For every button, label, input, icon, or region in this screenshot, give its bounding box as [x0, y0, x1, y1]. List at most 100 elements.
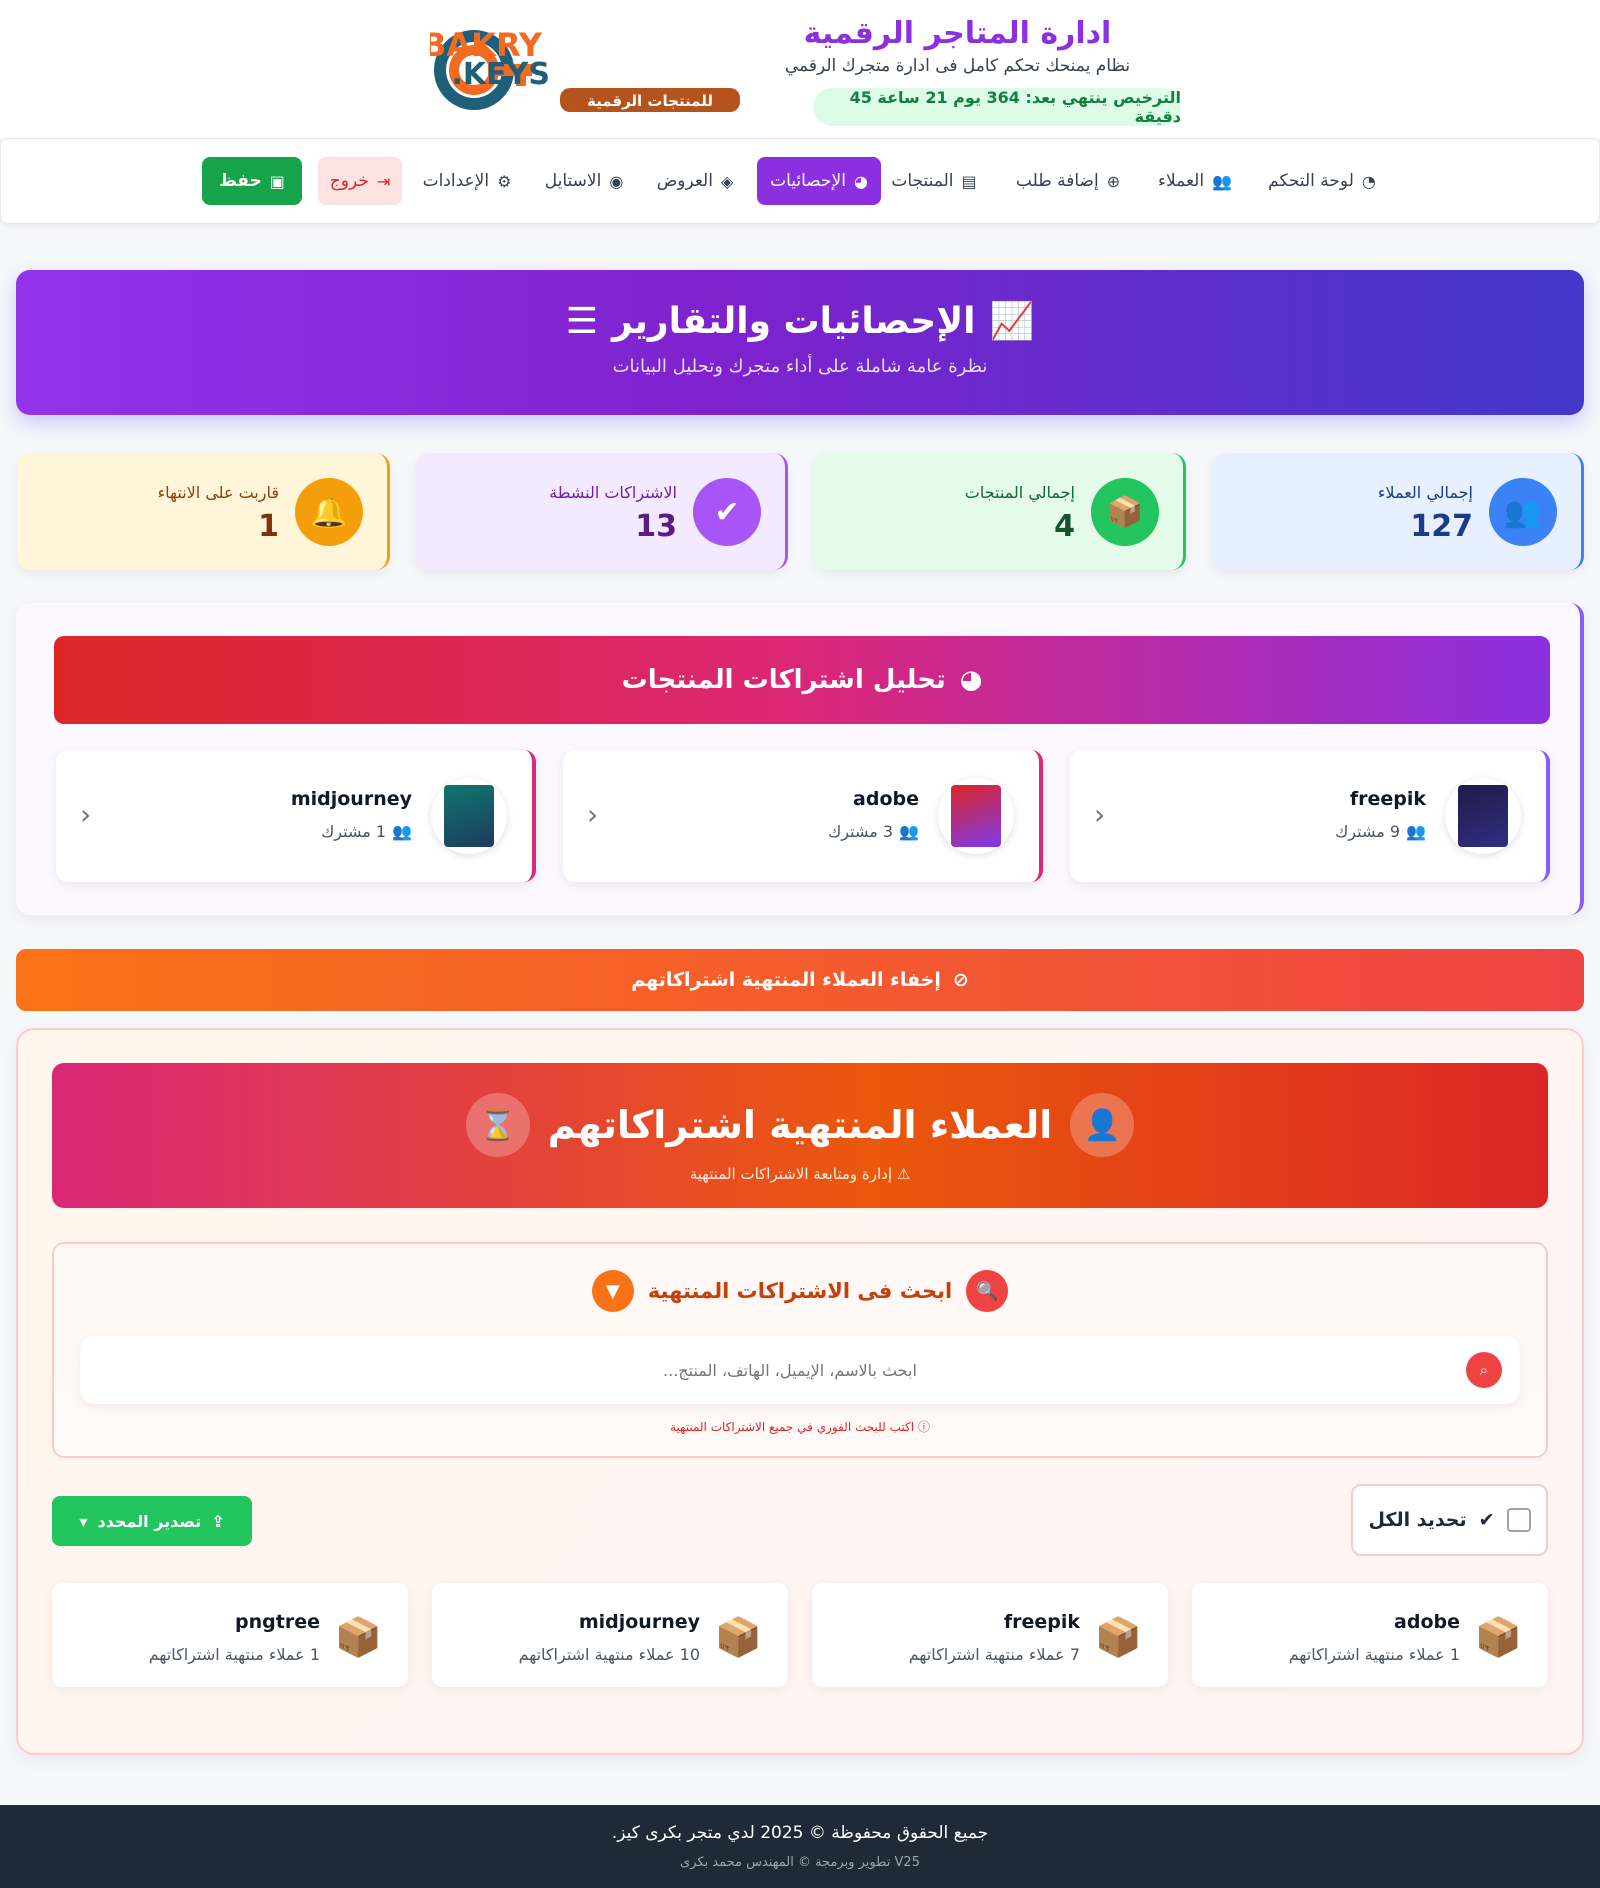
products-analysis-title: تحليل اشتراكات المنتجات	[621, 665, 946, 695]
stat-value: 1	[258, 509, 279, 544]
statistics-hero: 📈 الإحصائيات والتقارير ☰ نظرة عامة شاملة…	[16, 270, 1584, 415]
expired-search-box: 🔍 ابحث فى الاشتراكات المنتهية ▼ ⌕ ⓘ اكتب…	[52, 1242, 1548, 1458]
nav-style[interactable]: ◉ الاستايل	[535, 157, 633, 205]
gauge-icon: ◔	[1361, 171, 1376, 191]
expired-product-count: 7 عملاء منتهية اشتراكاتهم	[908, 1645, 1080, 1664]
stat-label: إجمالي العملاء	[1377, 483, 1473, 502]
expired-product-name: freepik	[1003, 1611, 1080, 1633]
nav-offers[interactable]: ◈ العروض	[647, 157, 743, 205]
search-field-wrapper: ⌕	[80, 1336, 1520, 1404]
hero-subtitle: نظرة عامة شاملة على أداء متجرك وتحليل ال…	[612, 356, 988, 377]
eye-slash-icon: ⊘	[952, 969, 969, 991]
chevron-left-icon[interactable]: ‹	[587, 798, 598, 831]
tag-icon: ◈	[720, 171, 734, 191]
nav-label: المنتجات	[891, 171, 954, 191]
nav-label: الاستايل	[544, 171, 602, 191]
hide-expired-toggle[interactable]: ⊘ إخفاء العملاء المنتهية اشتراكاتهم	[16, 949, 1584, 1011]
stat-label: إجمالي المنتجات	[964, 483, 1075, 502]
search-input[interactable]	[140, 1336, 1440, 1404]
select-all-label: تحديد الكل	[1368, 1509, 1467, 1531]
nav-customers[interactable]: 👥 العملاء	[1147, 157, 1243, 205]
nav-label: الإعدادات	[422, 171, 490, 191]
export-selected-button[interactable]: ⇪ تصدير المحدد ▾	[52, 1496, 252, 1546]
hourglass-icon: ⌛	[465, 1093, 530, 1157]
nav-label: إضافة طلب	[1015, 171, 1099, 191]
footer-credit: V25 تطوير وبرمجة © المهندس محمد بكرى	[680, 1855, 920, 1870]
users-icon: 👥	[899, 822, 919, 841]
nav-label: العملاء	[1158, 171, 1205, 191]
main-nav: ◔ لوحة التحكم 👥 العملاء ⊕ إضافة طلب ▤ ال…	[0, 138, 1600, 224]
search-icon: 🔍	[966, 1270, 1009, 1312]
caret-down-icon: ▾	[79, 1511, 88, 1531]
bell-icon: 🔔	[295, 478, 363, 546]
product-name: adobe	[853, 788, 919, 810]
site-subtitle: نظام يمنحك تحكم كامل فى ادارة متجرك الرق…	[784, 56, 1131, 76]
logout-icon: ⇥	[376, 171, 391, 191]
box-open-icon: 📦	[1091, 478, 1159, 546]
product-card-freepik[interactable]: freepik 👥 9 مشترك ‹	[1070, 750, 1550, 882]
expired-product-card-pngtree[interactable]: 📦 pngtree 1 عملاء منتهية اشتراكاتهم	[52, 1583, 408, 1687]
expired-product-name: midjourney	[578, 1611, 700, 1633]
users-icon: 👥	[1212, 171, 1232, 191]
stat-label: الاشتراكات النشطة	[549, 483, 677, 502]
box-icon: 📦	[1474, 1615, 1522, 1659]
nav-label: حفظ	[219, 171, 262, 191]
users-icon: 👥	[1489, 478, 1557, 546]
box-icon: 📦	[334, 1615, 382, 1659]
nav-label: لوحة التحكم	[1268, 171, 1354, 191]
expired-header: 👤 العملاء المنتهية اشتراكاتهم ⌛ ⚠ إدارة …	[52, 1063, 1548, 1208]
products-analysis-header: ◕ تحليل اشتراكات المنتجات	[54, 636, 1550, 724]
brand-logo[interactable]: BAKRY KEYS. للمنتجات الرقمية	[422, 20, 760, 116]
expired-product-card-midjourney[interactable]: 📦 midjourney 10 عملاء منتهية اشتراكاتهم	[432, 1583, 788, 1687]
nav-statistics[interactable]: ◕ الإحصائيات	[757, 157, 881, 205]
plus-circle-icon: ⊕	[1106, 171, 1121, 191]
chevron-left-icon[interactable]: ‹	[1094, 798, 1105, 831]
product-thumbnail	[1445, 778, 1521, 854]
product-name: freepik	[1349, 788, 1426, 810]
box-icon: 📦	[714, 1615, 762, 1659]
expired-product-card-freepik[interactable]: 📦 freepik 7 عملاء منتهية اشتراكاتهم	[812, 1583, 1168, 1687]
stat-card-active-subs: ✔ الاشتراكات النشطة 13	[415, 453, 788, 570]
save-icon: ▣	[269, 171, 285, 191]
product-card-midjourney[interactable]: midjourney 👥 1 مشترك ‹	[56, 750, 536, 882]
stat-card-expiring: 🔔 قاربت على الانتهاء 1	[17, 453, 390, 570]
save-button[interactable]: ▣ حفظ	[202, 157, 302, 205]
chevron-left-icon[interactable]: ‹	[80, 798, 91, 831]
nav-dashboard[interactable]: ◔ لوحة التحكم	[1257, 157, 1387, 205]
select-all-toggle[interactable]: ✔ تحديد الكل	[1351, 1484, 1548, 1556]
product-thumbnail	[938, 778, 1014, 854]
search-hint: اكتب للبحث الفوري في جميع الاشتراكات الم…	[670, 1420, 915, 1434]
nav-add-order[interactable]: ⊕ إضافة طلب	[1003, 157, 1133, 205]
product-name: midjourney	[290, 788, 412, 810]
stat-value: 127	[1410, 509, 1473, 544]
nav-label: العروض	[656, 171, 713, 191]
stat-value: 13	[635, 509, 677, 544]
list-icon: ☰	[565, 300, 598, 342]
select-all-checkbox[interactable]	[1506, 1508, 1531, 1532]
expired-product-count: 1 عملاء منتهية اشتراكاتهم	[1288, 1645, 1460, 1664]
nav-products[interactable]: ▤ المنتجات	[879, 157, 989, 205]
expired-title: العملاء المنتهية اشتراكاتهم	[547, 1103, 1053, 1147]
nav-settings[interactable]: ⚙ الإعدادات	[413, 157, 521, 205]
file-export-icon: ⇪	[211, 1511, 225, 1531]
logout-button[interactable]: ⇥ خروج	[318, 157, 402, 205]
expired-subtitle: إدارة ومتابعة الاشتراكات المنتهية	[689, 1165, 893, 1183]
expired-product-count: 10 عملاء منتهية اشتراكاتهم	[518, 1645, 700, 1664]
box-icon: 📦	[1094, 1615, 1142, 1659]
product-subscribers: 1 مشترك	[321, 822, 387, 841]
stat-card-customers: 👥 إجمالي العملاء 127	[1211, 453, 1584, 570]
expired-product-name: pngtree	[235, 1611, 320, 1633]
info-icon: ⓘ	[917, 1420, 930, 1434]
product-subscribers: 9 مشترك	[1335, 822, 1401, 841]
logo-tagline: للمنتجات الرقمية	[587, 92, 713, 110]
expired-product-card-adobe[interactable]: 📦 adobe 1 عملاء منتهية اشتراكاتهم	[1192, 1583, 1548, 1687]
filter-icon: ▼	[591, 1270, 634, 1312]
product-thumbnail	[431, 778, 507, 854]
search-button[interactable]: ⌕	[1466, 1352, 1502, 1388]
expired-product-count: 1 عملاء منتهية اشتراكاتهم	[148, 1645, 320, 1664]
product-subscribers: 3 مشترك	[828, 822, 894, 841]
warning-icon: ⚠	[896, 1165, 911, 1183]
chart-pie-icon: ◕	[959, 665, 983, 695]
product-card-adobe[interactable]: adobe 👥 3 مشترك ‹	[563, 750, 1043, 882]
stat-value: 4	[1054, 509, 1075, 544]
